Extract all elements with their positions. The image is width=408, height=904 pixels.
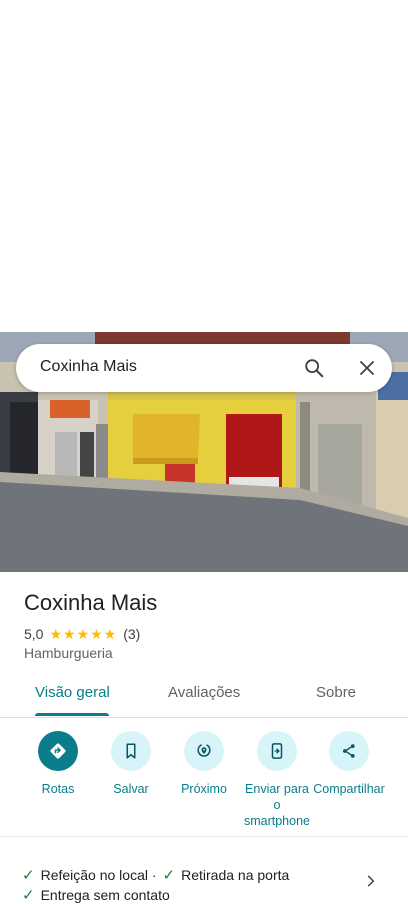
chevron-right-icon[interactable] [364, 874, 378, 893]
check-icon: ✓ [162, 867, 176, 884]
tab-bar: Visão geral Avaliações Sobre [0, 672, 408, 718]
save-button[interactable]: Salvar [94, 731, 168, 797]
check-icon: ✓ [22, 887, 35, 904]
search-bar[interactable]: Coxinha Mais [16, 344, 392, 392]
nearby-button[interactable]: Próximo [167, 731, 241, 797]
close-icon[interactable] [353, 354, 381, 382]
service-curbside-pickup: Retirada na porta [181, 867, 290, 883]
review-count: (3) [123, 626, 141, 642]
place-title: Coxinha Mais [24, 590, 158, 615]
action-buttons-row: Rotas Salvar Próximo Enviar para o smart… [0, 720, 408, 837]
search-icon[interactable] [300, 354, 328, 382]
rating-row[interactable]: 5,0 ★★★★★ (3) [24, 625, 140, 643]
tab-overview[interactable]: Visão geral [35, 684, 110, 701]
tab-about[interactable]: Sobre [316, 684, 356, 701]
rating-value: 5,0 [24, 626, 44, 642]
nearby-icon [184, 731, 224, 771]
bookmark-icon [111, 731, 151, 771]
star-rating-icon: ★★★★★ [49, 625, 118, 642]
service-line-2: ✓ Entrega sem contato [22, 886, 170, 904]
directions-label: Rotas [41, 782, 75, 796]
service-line-1: ✓ Refeição no local · ✓ Retirada na port… [22, 866, 289, 884]
service-dine-in: Refeição no local · [40, 867, 157, 883]
send-to-phone-icon [257, 731, 297, 771]
send-to-phone-label: Enviar para o smartphone [243, 782, 310, 828]
share-icon [329, 731, 369, 771]
service-contactless-delivery: Entrega sem contato [40, 887, 170, 903]
share-label: Compartilhar [313, 782, 385, 796]
directions-icon [38, 731, 78, 771]
service-options[interactable]: ✓ Refeição no local · ✓ Retirada na port… [0, 858, 408, 904]
search-input[interactable]: Coxinha Mais [40, 358, 137, 376]
share-button[interactable]: Compartilhar [312, 731, 386, 797]
active-tab-indicator [35, 713, 109, 716]
send-to-phone-button[interactable]: Enviar para o smartphone [240, 731, 314, 829]
map-area-blank [0, 0, 408, 332]
nearby-label: Próximo [181, 782, 227, 796]
tab-reviews[interactable]: Avaliações [168, 684, 240, 701]
directions-button[interactable]: Rotas [21, 731, 95, 797]
check-icon: ✓ [22, 867, 35, 884]
place-category[interactable]: Hamburgueria [24, 645, 113, 661]
save-label: Salvar [113, 782, 149, 796]
